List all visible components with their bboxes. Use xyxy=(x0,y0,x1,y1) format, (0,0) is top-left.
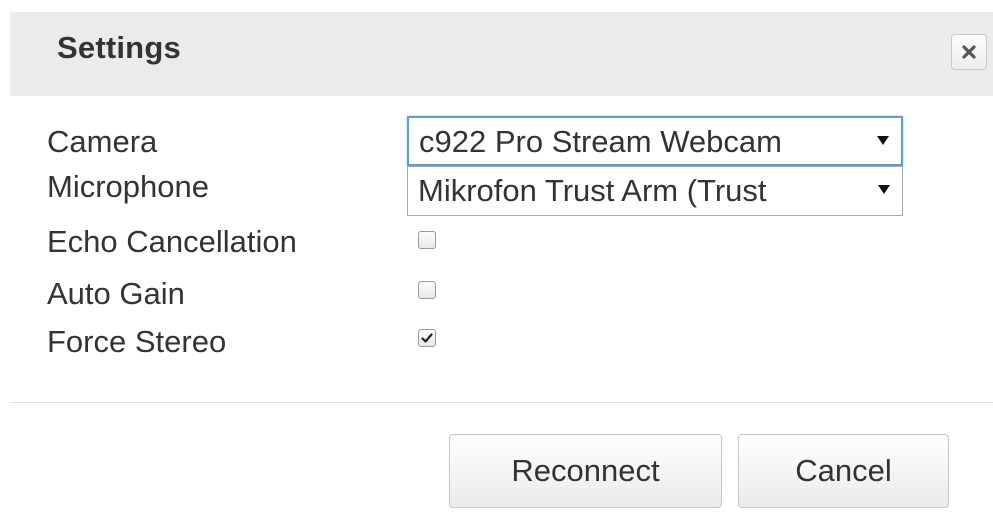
reconnect-button[interactable]: Reconnect xyxy=(449,434,722,508)
camera-select[interactable]: c922 Pro Stream Webcam xyxy=(407,116,903,166)
echo-cancellation-label: Echo Cancellation xyxy=(47,224,297,259)
close-button[interactable] xyxy=(951,34,987,70)
force-stereo-checkbox[interactable] xyxy=(418,329,436,347)
dialog-body: Camera c922 Pro Stream Webcam Microphone… xyxy=(10,96,993,401)
settings-dialog: Settings Camera c922 Pro Stream Webcam M… xyxy=(10,12,993,513)
echo-cancellation-checkbox[interactable] xyxy=(418,231,436,249)
camera-select-value: c922 Pro Stream Webcam xyxy=(419,124,782,159)
close-icon xyxy=(961,44,977,60)
microphone-select-value: Mikrofon Trust Arm (Trust xyxy=(418,173,767,208)
dialog-titlebar: Settings xyxy=(10,12,993,96)
auto-gain-checkbox[interactable] xyxy=(418,281,436,299)
camera-label: Camera xyxy=(47,124,158,159)
microphone-select[interactable]: Mikrofon Trust Arm (Trust xyxy=(407,166,903,216)
microphone-label: Microphone xyxy=(47,169,209,204)
footer-divider xyxy=(10,402,993,403)
dialog-title: Settings xyxy=(57,30,181,65)
cancel-button[interactable]: Cancel xyxy=(738,434,949,508)
dropdown-arrow-icon xyxy=(878,185,890,194)
auto-gain-label: Auto Gain xyxy=(47,276,185,311)
dropdown-arrow-icon xyxy=(877,136,889,145)
page: Settings Camera c922 Pro Stream Webcam M… xyxy=(0,0,993,513)
cropped-background-text xyxy=(0,0,993,12)
force-stereo-label: Force Stereo xyxy=(47,324,227,359)
